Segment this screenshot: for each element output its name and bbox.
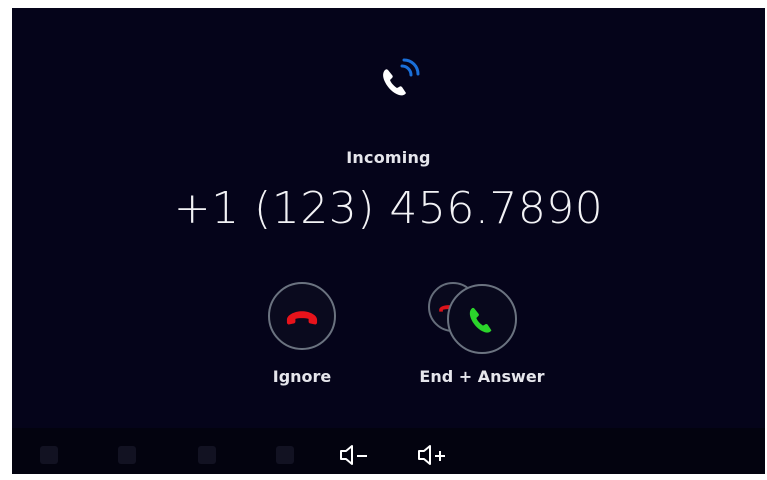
end-answer-label: End + Answer <box>419 367 545 386</box>
ignore-button[interactable] <box>268 282 336 350</box>
answer-phone-icon <box>469 307 492 333</box>
toolbar-placeholder <box>40 446 58 464</box>
hangup-phone-icon <box>286 311 318 325</box>
ignore-label: Ignore <box>272 367 332 386</box>
volume-down-icon <box>340 445 367 465</box>
incoming-call-icon <box>374 52 424 102</box>
incoming-call-screen: Incoming +1 (123) 456.7890 Ignore End + … <box>12 8 765 474</box>
toolbar-placeholder <box>276 446 294 464</box>
call-status-label: Incoming <box>346 148 431 167</box>
end-and-answer-button[interactable] <box>447 284 517 354</box>
caller-phone-number: +1 (123) 456.7890 <box>173 183 604 234</box>
volume-up-icon <box>418 445 445 465</box>
toolbar-placeholder <box>198 446 216 464</box>
volume-down-button[interactable] <box>338 443 372 467</box>
volume-up-button[interactable] <box>416 443 450 467</box>
toolbar-placeholder <box>118 446 136 464</box>
